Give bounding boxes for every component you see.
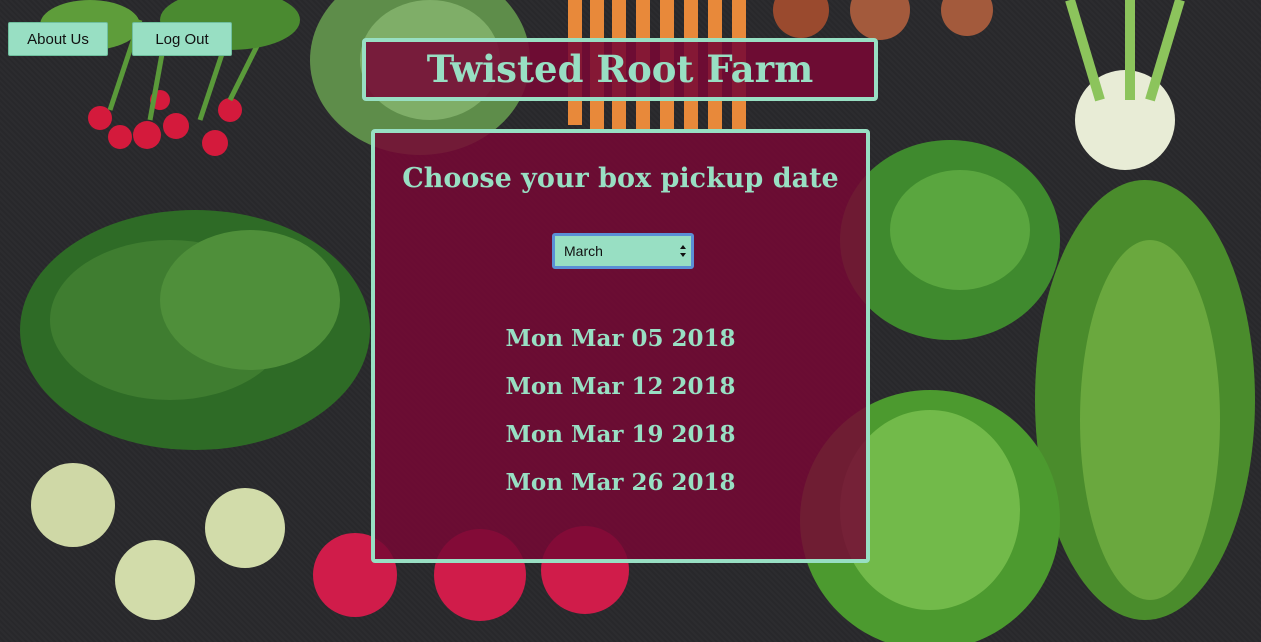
pickup-date-panel: Choose your box pickup date March Mon Ma… xyxy=(371,129,870,563)
date-option[interactable]: Mon Mar 12 2018 xyxy=(375,367,866,415)
page-title: Twisted Root Farm xyxy=(426,47,814,91)
date-option[interactable]: Mon Mar 05 2018 xyxy=(375,319,866,367)
month-select[interactable]: March xyxy=(552,233,694,269)
chevron-up-down-icon xyxy=(680,245,686,257)
about-us-button[interactable]: About Us xyxy=(8,22,108,56)
month-select-value: March xyxy=(564,243,603,259)
date-option[interactable]: Mon Mar 19 2018 xyxy=(375,415,866,463)
date-option[interactable]: Mon Mar 26 2018 xyxy=(375,463,866,511)
header-banner: Twisted Root Farm xyxy=(362,38,878,101)
panel-heading: Choose your box pickup date xyxy=(402,163,839,194)
log-out-button[interactable]: Log Out xyxy=(132,22,232,56)
date-list: Mon Mar 05 2018 Mon Mar 12 2018 Mon Mar … xyxy=(375,319,866,511)
